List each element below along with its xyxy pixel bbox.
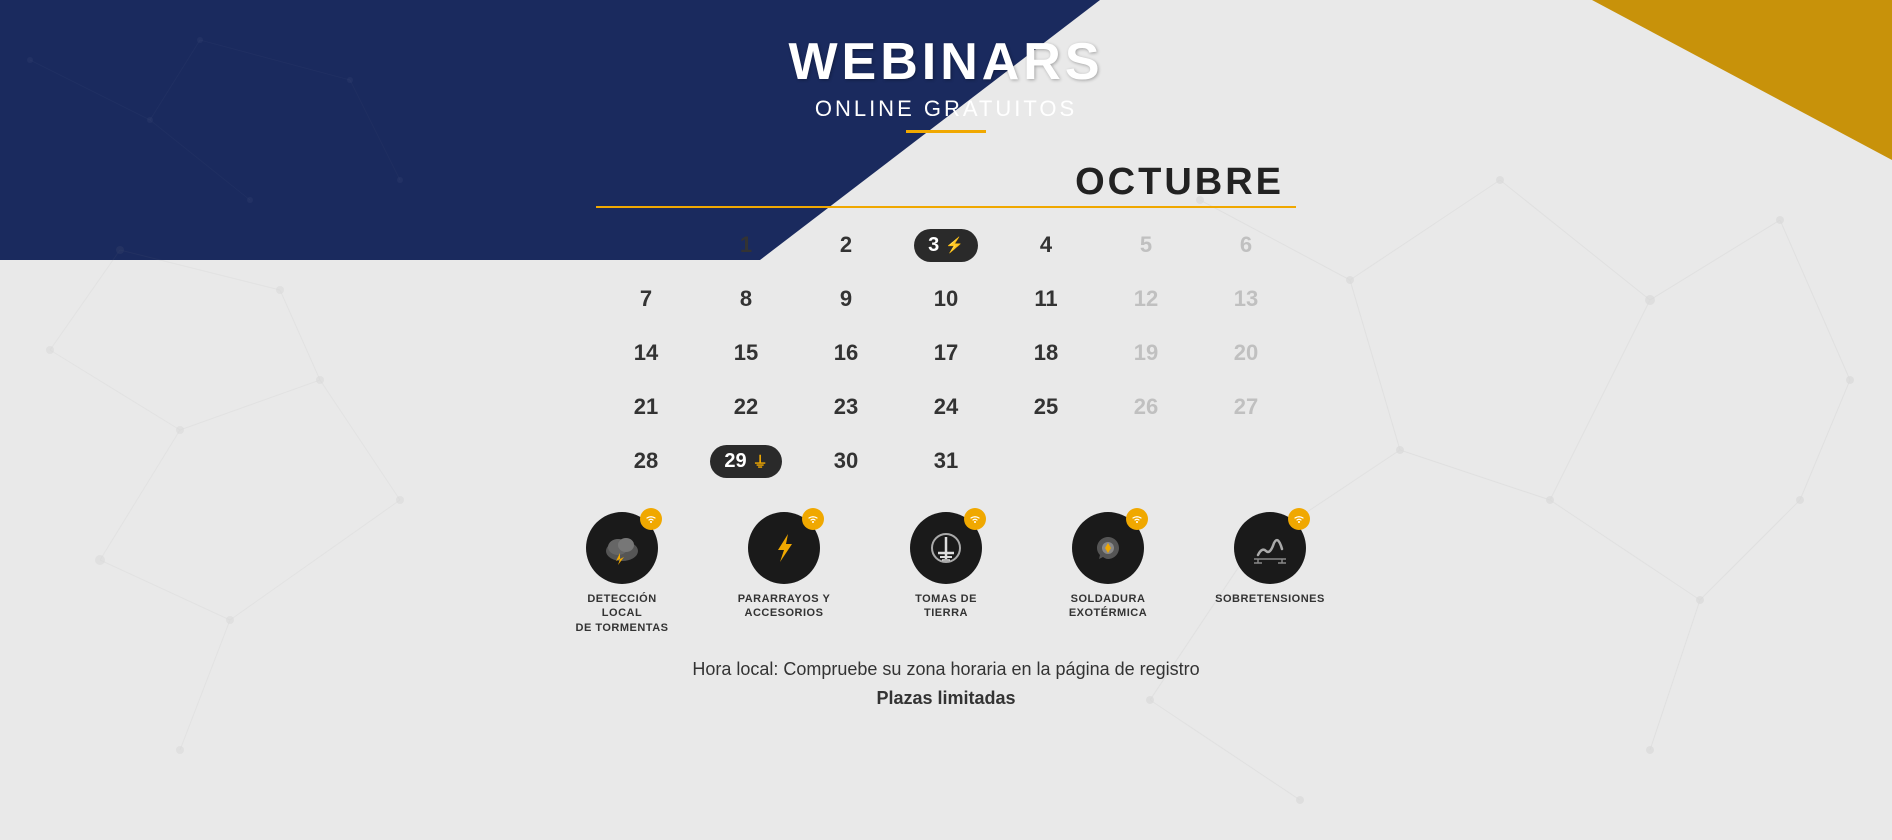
cal-day-11: 11 — [996, 272, 1096, 326]
cal-day-5: 5 — [1096, 218, 1196, 272]
wifi-badge-pararrayos — [802, 508, 824, 530]
wifi-badge-soldadura — [1126, 508, 1148, 530]
icon-pararrayos-label: PARARRAYOS YACCESORIOS — [738, 592, 831, 621]
sobretensiones-svg — [1250, 529, 1290, 567]
wifi-badge-deteccion — [640, 508, 662, 530]
cal-day-13: 13 — [1196, 272, 1296, 326]
page-subtitle: ONLINE GRATUITOS — [788, 96, 1103, 122]
cal-day-3-pill[interactable]: 3 ⚡ — [914, 229, 978, 262]
cal-day-22: 22 — [696, 380, 796, 434]
cal-day-12: 12 — [1096, 272, 1196, 326]
cal-day-2: 2 — [796, 218, 896, 272]
ground-icon: ⏚ — [753, 451, 768, 472]
icon-deteccion[interactable]: DETECCIÓN LOCALDE TORMENTAS — [567, 512, 677, 635]
icon-sobretensiones-circle — [1234, 512, 1306, 584]
month-name: OCTUBRE — [1075, 161, 1284, 203]
pararrayos-svg — [766, 530, 802, 566]
cal-day-20: 20 — [1196, 326, 1296, 380]
cal-day-19: 19 — [1096, 326, 1196, 380]
cal-day-8: 8 — [696, 272, 796, 326]
cal-day-3-num: 3 — [928, 234, 939, 257]
main-content: WEBINARS ONLINE GRATUITOS OCTUBRE 1 2 3 … — [0, 0, 1892, 840]
cal-day-9: 9 — [796, 272, 896, 326]
cal-day-24: 24 — [896, 380, 996, 434]
lightning-icon: ⚡ — [945, 236, 964, 254]
calendar-row-3: 14 15 16 17 18 19 20 — [596, 326, 1296, 380]
soldadura-svg — [1089, 529, 1127, 567]
cal-day-29: 29 ⏚ — [696, 434, 796, 488]
calendar-container: OCTUBRE 1 2 3 ⚡ 4 5 6 7 8 9 10 11 — [596, 161, 1296, 488]
cal-day-29-num: 29 — [724, 450, 746, 473]
cal-day-25: 25 — [996, 380, 1096, 434]
cal-day-29-pill[interactable]: 29 ⏚ — [710, 445, 781, 478]
cal-day-e2 — [1196, 434, 1296, 488]
page-title: WEBINARS — [788, 32, 1103, 92]
icon-tomas[interactable]: TOMAS DETIERRA — [891, 512, 1001, 621]
icon-tomas-circle — [910, 512, 982, 584]
icon-soldadura-label: SOLDADURAEXOTÉRMICA — [1069, 592, 1147, 621]
icon-sobretensiones[interactable]: SOBRETENSIONES — [1215, 512, 1325, 606]
cal-day-28: 28 — [596, 434, 696, 488]
icon-soldadura-circle — [1072, 512, 1144, 584]
cal-day-16: 16 — [796, 326, 896, 380]
icon-soldadura[interactable]: SOLDADURAEXOTÉRMICA — [1053, 512, 1163, 621]
title-section: WEBINARS ONLINE GRATUITOS — [788, 32, 1103, 133]
cal-day-17: 17 — [896, 326, 996, 380]
icon-pararrayos-circle — [748, 512, 820, 584]
cal-day-23: 23 — [796, 380, 896, 434]
cal-day-14: 14 — [596, 326, 696, 380]
calendar-row-1: 1 2 3 ⚡ 4 5 6 — [596, 218, 1296, 272]
cal-day-15: 15 — [696, 326, 796, 380]
cal-day-empty — [596, 218, 696, 272]
icon-deteccion-label: DETECCIÓN LOCALDE TORMENTAS — [567, 592, 677, 635]
calendar-row-4: 21 22 23 24 25 26 27 — [596, 380, 1296, 434]
cal-day-21: 21 — [596, 380, 696, 434]
cal-day-7: 7 — [596, 272, 696, 326]
cal-day-31: 31 — [896, 434, 996, 488]
cal-day-e1 — [1096, 434, 1196, 488]
calendar-row-5: 28 29 ⏚ 30 31 — [596, 434, 1296, 488]
wifi-badge-sobretensiones — [1288, 508, 1310, 530]
calendar-row-2: 7 8 9 10 11 12 13 — [596, 272, 1296, 326]
cal-day-3: 3 ⚡ — [896, 218, 996, 272]
icon-tomas-label: TOMAS DETIERRA — [915, 592, 977, 621]
cal-day-4: 4 — [996, 218, 1096, 272]
month-underline — [596, 206, 1296, 208]
cal-day-30: 30 — [796, 434, 896, 488]
footer-section: Hora local: Compruebe su zona horaria en… — [692, 655, 1199, 713]
icon-deteccion-circle — [586, 512, 658, 584]
tomas-svg — [925, 527, 967, 569]
month-header: OCTUBRE — [596, 161, 1296, 204]
wifi-badge-tomas — [964, 508, 986, 530]
cal-day-empty-2 — [996, 434, 1096, 488]
icons-section: DETECCIÓN LOCALDE TORMENTAS PARARRAYOS Y… — [567, 512, 1325, 635]
deteccion-svg — [602, 529, 642, 567]
cal-day-6: 6 — [1196, 218, 1296, 272]
cal-day-10: 10 — [896, 272, 996, 326]
title-underline — [906, 130, 986, 133]
cal-day-18: 18 — [996, 326, 1096, 380]
footer-line1: Hora local: Compruebe su zona horaria en… — [692, 655, 1199, 684]
cal-day-1: 1 — [696, 218, 796, 272]
icon-sobretensiones-label: SOBRETENSIONES — [1215, 592, 1325, 606]
footer-line2: Plazas limitadas — [692, 684, 1199, 713]
cal-day-27: 27 — [1196, 380, 1296, 434]
cal-day-26: 26 — [1096, 380, 1196, 434]
icon-pararrayos[interactable]: PARARRAYOS YACCESORIOS — [729, 512, 839, 621]
